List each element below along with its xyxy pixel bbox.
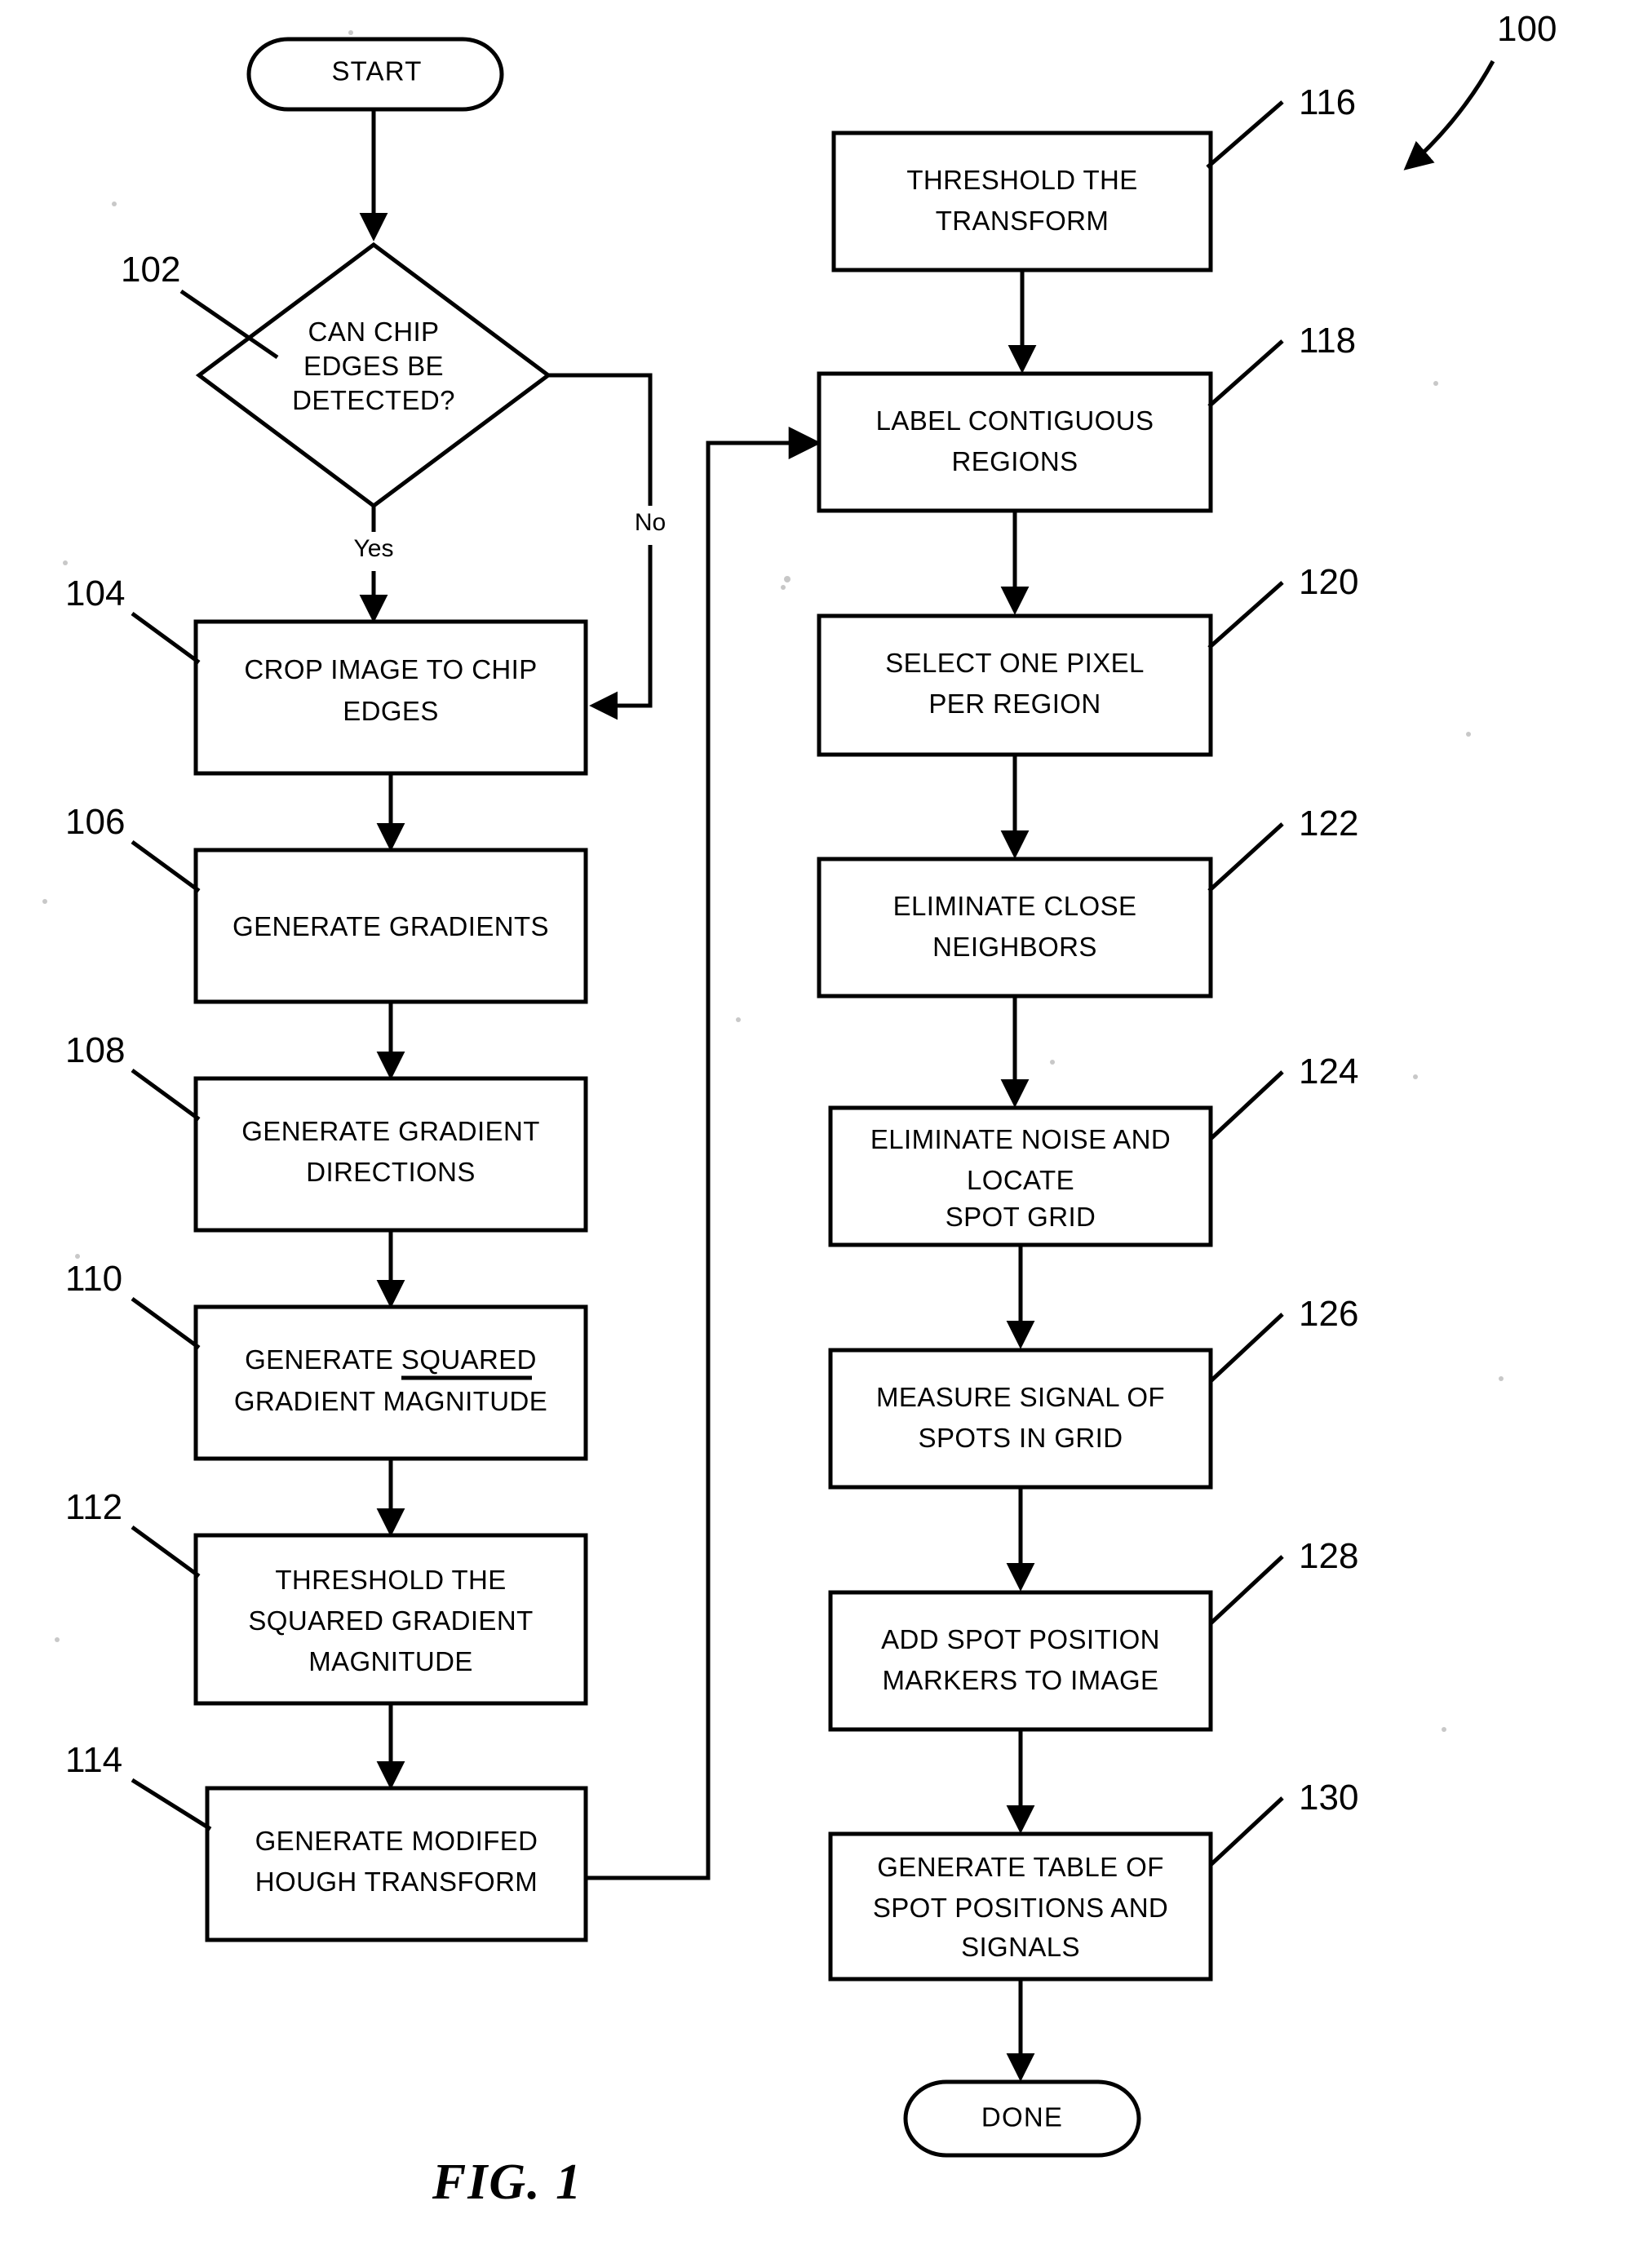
ref-118-leader: [1207, 339, 1284, 408]
patent-figure-page: 100 START CAN CHIP EDGES BE DETECTED? 10…: [0, 0, 1652, 2254]
ref-label-128: 128: [1299, 1536, 1358, 1576]
ref-label-104: 104: [65, 573, 125, 613]
box-130-line-1: SPOT POSITIONS AND: [873, 1893, 1168, 1923]
box-128-line-0: ADD SPOT POSITION: [881, 1624, 1160, 1654]
box-128-line-1: MARKERS TO IMAGE: [883, 1665, 1159, 1695]
ref-label-130: 130: [1299, 1778, 1358, 1818]
ref-label-102: 102: [121, 250, 180, 290]
decision-line-0: CAN CHIP: [308, 317, 440, 347]
ref-label-110: 110: [65, 1259, 122, 1299]
ref-label-122: 122: [1299, 804, 1358, 844]
box-122-line-1: NEIGHBORS: [932, 932, 1097, 962]
terminal-done-label: DONE: [981, 2102, 1063, 2132]
box-124-line-1: LOCATE: [967, 1165, 1074, 1195]
box-110-line-0: GENERATE SQUARED: [245, 1344, 537, 1375]
process-box-116: [831, 131, 1213, 272]
process-box-128: [828, 1590, 1213, 1732]
box-108-line-0: GENERATE GRADIENT: [241, 1116, 540, 1146]
terminal-start-label: START: [331, 56, 422, 86]
ref-102-leader: [179, 289, 279, 360]
box-130-line-0: GENERATE TABLE OF: [877, 1852, 1164, 1882]
process-box-110: [193, 1304, 588, 1461]
ref-106-leader: [131, 839, 201, 893]
process-box-108: [193, 1076, 588, 1233]
box-114-line-0: GENERATE MODIFED: [255, 1826, 538, 1856]
figure-ref-100-leader: [1403, 60, 1495, 170]
branch-label-no: No: [635, 509, 666, 536]
ref-114-leader: [131, 1778, 212, 1831]
figure-ref-100: 100: [1497, 9, 1557, 49]
process-box-122: [817, 857, 1213, 999]
ref-label-118: 118: [1299, 321, 1356, 361]
box-118-line-0: LABEL CONTIGUOUS: [876, 405, 1154, 436]
branch-label-yes: Yes: [354, 535, 394, 562]
process-box-126: [828, 1348, 1213, 1490]
flowchart-canvas: 100 START CAN CHIP EDGES BE DETECTED? 10…: [42, 9, 1557, 2210]
ref-label-120: 120: [1299, 562, 1358, 602]
ref-126-leader: [1209, 1313, 1284, 1383]
box-124-line-0: ELIMINATE NOISE AND: [870, 1124, 1171, 1154]
ref-label-106: 106: [65, 802, 125, 842]
box-130-line-2: SIGNALS: [961, 1932, 1080, 1962]
ref-130-leader: [1209, 1796, 1284, 1867]
box-122-line-0: ELIMINATE CLOSE: [893, 891, 1137, 921]
ref-label-116: 116: [1299, 82, 1356, 122]
box-112-line-2: MAGNITUDE: [308, 1646, 473, 1676]
ref-label-108: 108: [65, 1030, 125, 1070]
connector-no-to-104: [589, 545, 653, 720]
box-110-line-1: GRADIENT MAGNITUDE: [234, 1386, 547, 1416]
box-116-line-1: TRANSFORM: [936, 206, 1109, 236]
box-126-line-1: SPOTS IN GRID: [919, 1423, 1123, 1453]
decision-line-2: DETECTED?: [292, 385, 455, 415]
box-118-line-1: REGIONS: [952, 446, 1078, 476]
box-120-line-1: PER REGION: [928, 689, 1101, 719]
ref-128-leader: [1209, 1555, 1284, 1625]
ref-108-leader: [131, 1068, 201, 1122]
process-box-120: [817, 613, 1213, 757]
ref-110-leader: [131, 1296, 201, 1350]
box-116-line-0: THRESHOLD THE: [906, 165, 1137, 195]
ref-112-leader: [131, 1525, 201, 1579]
box-114-line-1: HOUGH TRANSFORM: [255, 1867, 538, 1897]
process-box-118: [817, 371, 1213, 513]
box-108-line-1: DIRECTIONS: [306, 1157, 476, 1187]
ref-104-leader: [131, 611, 201, 665]
box-112-line-1: SQUARED GRADIENT: [248, 1605, 533, 1636]
box-120-line-0: SELECT ONE PIXEL: [885, 648, 1145, 678]
ref-124-leader: [1209, 1070, 1284, 1140]
figure-caption: FIG. 1: [432, 2154, 582, 2210]
box-126-line-0: MEASURE SIGNAL OF: [876, 1382, 1165, 1412]
ref-label-114: 114: [65, 1740, 122, 1780]
ref-122-leader: [1207, 822, 1284, 892]
ref-116-leader: [1206, 100, 1284, 169]
box-104-line-1: EDGES: [343, 696, 439, 726]
ref-label-112: 112: [65, 1487, 122, 1527]
ref-label-124: 124: [1299, 1052, 1358, 1092]
ref-120-leader: [1207, 581, 1284, 649]
decision-line-1: EDGES BE: [303, 351, 444, 381]
connector-114-to-118-feedback: [586, 427, 822, 1880]
ref-label-126: 126: [1299, 1294, 1358, 1334]
box-124-line-2: SPOT GRID: [946, 1202, 1096, 1232]
box-112-line-0: THRESHOLD THE: [275, 1565, 506, 1595]
box-106-line-0: GENERATE GRADIENTS: [233, 911, 549, 941]
box-104-line-0: CROP IMAGE TO CHIP: [244, 654, 537, 684]
process-box-114: [205, 1786, 588, 1942]
connector-no-stub: [548, 373, 653, 506]
